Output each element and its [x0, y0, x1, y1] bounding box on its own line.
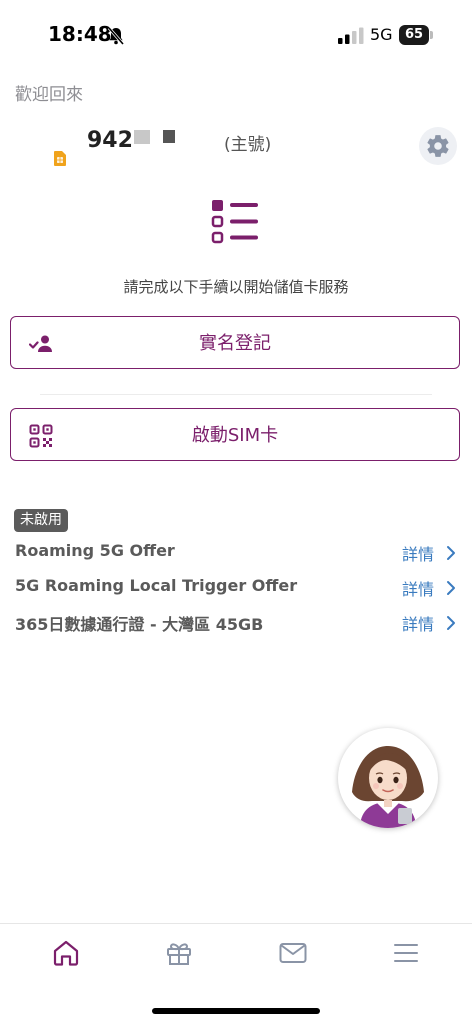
offer-details-link[interactable]: 詳情 — [402, 611, 434, 635]
main-number-label: (主號) — [224, 135, 272, 155]
offer-row[interactable]: Roaming 5G Offer 詳情 — [15, 541, 460, 567]
battery-level: 65 — [404, 27, 424, 42]
phone-number: 942 — [87, 128, 133, 153]
offer-details-link[interactable]: 詳情 — [402, 576, 434, 600]
offer-name: 5G Roaming Local Trigger Offer — [15, 576, 298, 595]
activate-sim-button[interactable]: 啟動SIM卡 — [10, 408, 460, 461]
home-icon[interactable] — [51, 938, 81, 968]
chevron-right-icon — [447, 616, 455, 630]
offer-details-link[interactable]: 詳情 — [402, 541, 434, 565]
bell-slash-icon — [107, 27, 125, 45]
offer-name: 365日數據通行證 - 大灣區 45GB — [15, 615, 264, 634]
sim-icon — [54, 151, 66, 166]
gift-icon[interactable] — [164, 938, 194, 968]
real-name-registration-button[interactable]: 實名登記 — [10, 316, 460, 369]
checklist-icon — [211, 200, 258, 244]
menu-icon[interactable] — [391, 938, 421, 968]
signal-icon — [338, 27, 364, 44]
activate-sim-label: 啟動SIM卡 — [191, 425, 279, 446]
offer-row[interactable]: 5G Roaming Local Trigger Offer 詳情 — [15, 576, 460, 602]
instruction-text: 請完成以下手續以開始儲值卡服務 — [123, 278, 349, 296]
masked-digits — [134, 130, 150, 144]
gear-icon — [427, 135, 449, 157]
status-time: 18:48 — [48, 22, 112, 46]
offer-row[interactable]: 365日數據通行證 - 大灣區 45GB 詳情 — [15, 611, 460, 637]
mail-icon[interactable] — [278, 938, 308, 968]
settings-button[interactable] — [419, 127, 457, 165]
chevron-right-icon — [447, 581, 455, 595]
offer-name: Roaming 5G Offer — [15, 541, 175, 560]
welcome-text: 歡迎回來 — [15, 85, 83, 105]
assistant-avatar-image — [339, 729, 437, 828]
assistant-avatar-button[interactable] — [338, 728, 438, 828]
divider — [40, 394, 432, 395]
chevron-right-icon — [447, 546, 455, 560]
real-name-registration-label: 實名登記 — [199, 333, 271, 354]
battery-indicator: 65 — [399, 25, 433, 45]
status-badge: 未啟用 — [14, 509, 68, 532]
home-indicator — [152, 1008, 320, 1014]
masked-digits — [163, 130, 175, 143]
network-type: 5G — [370, 25, 393, 44]
